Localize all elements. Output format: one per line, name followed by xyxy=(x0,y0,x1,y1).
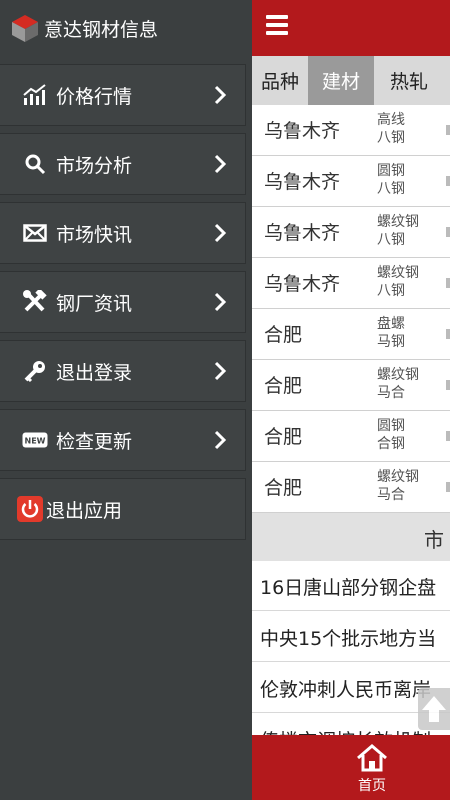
truncated-cell xyxy=(446,431,450,441)
table-row[interactable]: 合肥 盘螺 马钢 xyxy=(252,309,450,360)
city-cell: 合肥 xyxy=(264,375,303,397)
svg-text:NEW: NEW xyxy=(25,437,46,446)
city-cell: 乌鲁木齐 xyxy=(264,273,341,295)
table-row[interactable]: 合肥 螺纹钢 马合 xyxy=(252,360,450,411)
table-row[interactable]: 乌鲁木齐 螺纹钢 八钢 xyxy=(252,258,450,309)
chevron-right-icon xyxy=(214,85,227,105)
home-label[interactable]: 首页 xyxy=(358,775,386,795)
arrow-up-icon xyxy=(422,696,446,722)
news-headline: 中央15个批示地方当 xyxy=(260,628,437,650)
chevron-right-icon xyxy=(214,223,227,243)
table-row[interactable]: 乌鲁木齐 圆钢 八钢 xyxy=(252,156,450,207)
search-icon xyxy=(22,151,48,177)
menu-item-logout[interactable]: 退出登录 xyxy=(0,340,246,402)
menu-item-label: 退出应用 xyxy=(46,499,123,522)
main-content: 品种 建材 热轧 乌鲁木齐 高线 八钢 乌鲁木齐 圆钢 八钢 乌鲁木齐 螺纹钢 八钢 … xyxy=(252,0,450,800)
new-badge-icon: NEW xyxy=(22,427,48,453)
product-cell: 螺纹钢 马合 xyxy=(377,469,419,503)
truncated-cell xyxy=(446,380,450,390)
table-row[interactable]: 乌鲁木齐 螺纹钢 八钢 xyxy=(252,207,450,258)
menu-item-steel-mill-news[interactable]: 钢厂资讯 xyxy=(0,271,246,333)
truncated-cell xyxy=(446,176,450,186)
power-icon xyxy=(17,496,43,522)
city-cell: 乌鲁木齐 xyxy=(264,120,341,142)
menu-item-label: 退出登录 xyxy=(56,361,133,384)
app-logo-icon xyxy=(12,15,38,42)
news-section-header: 市 xyxy=(252,513,450,561)
city-cell: 合肥 xyxy=(264,426,303,448)
news-item[interactable]: 中央15个批示地方当 xyxy=(252,612,450,662)
drawer-header: 意达钢材信息 xyxy=(0,0,252,56)
product-cell: 螺纹钢 八钢 xyxy=(377,214,419,248)
table-row[interactable]: 合肥 圆钢 合钢 xyxy=(252,411,450,462)
top-bar xyxy=(252,0,450,56)
home-icon[interactable] xyxy=(355,743,389,773)
product-cell: 圆钢 八钢 xyxy=(377,163,405,197)
news-headline: 伦敦冲刺人民币离岸 xyxy=(260,679,432,701)
product-cell: 圆钢 合钢 xyxy=(377,418,405,452)
city-cell: 乌鲁木齐 xyxy=(264,171,341,193)
chevron-right-icon xyxy=(214,361,227,381)
category-tabs: 品种 建材 热轧 xyxy=(252,56,450,105)
key-icon xyxy=(22,358,48,384)
table-row[interactable]: 乌鲁木齐 高线 八钢 xyxy=(252,105,450,156)
city-cell: 合肥 xyxy=(264,324,303,346)
bottom-nav-bar: 首页 xyxy=(252,735,450,800)
news-headline: 16日唐山部分钢企盘 xyxy=(260,577,437,599)
product-cell: 螺纹钢 八钢 xyxy=(377,265,419,299)
tab-construction-steel[interactable]: 建材 xyxy=(308,56,374,105)
chevron-right-icon xyxy=(214,292,227,312)
truncated-cell xyxy=(446,227,450,237)
news-item[interactable]: 16日唐山部分钢企盘 xyxy=(252,561,450,611)
product-cell: 高线 八钢 xyxy=(377,112,405,146)
city-cell: 乌鲁木齐 xyxy=(264,222,341,244)
scroll-to-top-button[interactable] xyxy=(418,688,450,730)
app-title: 意达钢材信息 xyxy=(44,18,159,41)
menu-item-label: 钢厂资讯 xyxy=(56,292,133,315)
navigation-drawer: 意达钢材信息 价格行情 市场分析 市场快讯 钢厂资讯 退出登录 NEW 检查更新… xyxy=(0,0,252,800)
menu-item-exit-app[interactable]: 退出应用 xyxy=(0,478,246,540)
chart-icon xyxy=(22,82,48,108)
menu-item-label: 检查更新 xyxy=(56,430,133,453)
truncated-cell xyxy=(446,482,450,492)
hamburger-menu-icon[interactable] xyxy=(266,15,288,37)
tools-icon xyxy=(22,289,48,315)
truncated-cell xyxy=(446,329,450,339)
table-row[interactable]: 合肥 螺纹钢 马合 xyxy=(252,462,450,513)
chevron-right-icon xyxy=(214,154,227,174)
mail-icon xyxy=(22,220,48,246)
product-cell: 螺纹钢 马合 xyxy=(377,367,419,401)
news-section-title: 市 xyxy=(424,528,444,552)
product-cell: 盘螺 马钢 xyxy=(377,316,405,350)
tab-variety[interactable]: 品种 xyxy=(252,56,308,105)
menu-item-label: 市场分析 xyxy=(56,154,133,177)
menu-item-market-flash[interactable]: 市场快讯 xyxy=(0,202,246,264)
truncated-cell xyxy=(446,125,450,135)
menu-item-market-analysis[interactable]: 市场分析 xyxy=(0,133,246,195)
city-cell: 合肥 xyxy=(264,477,303,499)
menu-item-label: 市场快讯 xyxy=(56,223,133,246)
tab-hot-rolled[interactable]: 热轧 xyxy=(374,56,444,105)
chevron-right-icon xyxy=(214,430,227,450)
menu-item-price-quotes[interactable]: 价格行情 xyxy=(0,64,246,126)
price-table: 乌鲁木齐 高线 八钢 乌鲁木齐 圆钢 八钢 乌鲁木齐 螺纹钢 八钢 乌鲁木齐 螺纹钢八… xyxy=(252,105,450,513)
menu-item-label: 价格行情 xyxy=(56,85,133,108)
truncated-cell xyxy=(446,278,450,288)
menu-item-check-update[interactable]: NEW 检查更新 xyxy=(0,409,246,471)
